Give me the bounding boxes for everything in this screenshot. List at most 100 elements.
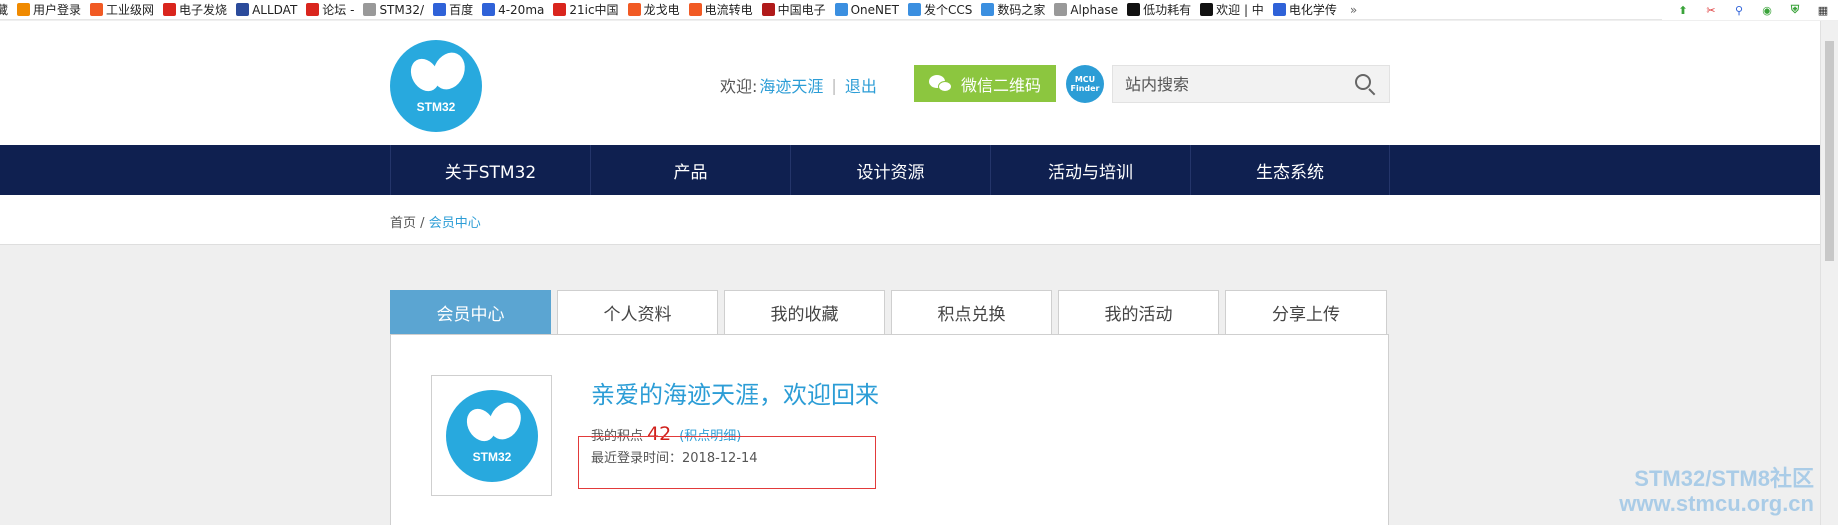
tab-item[interactable]: 我的收藏 [724, 290, 885, 334]
bookmark-label: 藏 [0, 1, 8, 18]
bookmark-item[interactable]: STM32/ [363, 0, 424, 19]
bookmark-item[interactable]: 百度 [433, 0, 473, 19]
baidu-icon [433, 3, 447, 16]
game-icon[interactable]: ◉ [1760, 3, 1774, 17]
site-icon [163, 3, 177, 16]
bookmark-label: 工业级网 [106, 3, 155, 17]
site-header: STM32 欢迎: 海迹天涯 | 退出 微信二维码 MCU Finder [0, 21, 1820, 145]
breadcrumb-home[interactable]: 首页 [390, 216, 416, 231]
bookmark-item[interactable]: OneNET [834, 0, 899, 19]
watermark-title: STM32/STM8社区 [1634, 466, 1814, 491]
bookmark-label: 欢迎 | 中 [1216, 3, 1264, 17]
scroll-thumb[interactable] [1825, 41, 1834, 261]
bookmark-label: 中国电子 [777, 3, 826, 17]
datasheet-icon [236, 3, 250, 16]
logout-link[interactable]: 退出 [845, 73, 877, 97]
watermark-url: www.stmcu.org.cn [1619, 491, 1814, 516]
bookmark-label: 电流转电 [704, 3, 753, 17]
page-icon [1054, 3, 1068, 16]
bookmark-item[interactable]: 用户登录 [17, 0, 82, 19]
breadcrumb-bar: 首页 / 会员中心 [0, 195, 1820, 245]
breadcrumb: 首页 / 会员中心 [390, 212, 481, 231]
nav-item[interactable]: 关于STM32 [390, 145, 590, 195]
home-icon [907, 3, 921, 16]
bookmark-item[interactable]: 工业级网 [90, 0, 155, 19]
avatar[interactable]: STM32 [431, 375, 552, 496]
logo-text: STM32 [416, 100, 456, 114]
nav-item[interactable]: 产品 [590, 145, 790, 195]
bookmark-label: 低功耗有 [1143, 3, 1192, 17]
shield-icon[interactable]: ⛨ [1788, 3, 1802, 17]
breadcrumb-current[interactable]: 会员中心 [429, 216, 481, 231]
bookmarks-more-button[interactable]: » [1350, 3, 1357, 17]
mcu-finder-icon[interactable]: MCU Finder [1066, 65, 1104, 103]
nav-items: 关于STM32 产品 设计资源 活动与培训 生态系统 [390, 145, 1390, 195]
tab-item[interactable]: 会员中心 [390, 290, 551, 334]
bookmark-item[interactable]: 电子发烧 [163, 0, 227, 19]
bookmark-label: ALLDAT [252, 2, 298, 17]
bookmark-item[interactable]: 中国电子 [761, 0, 826, 19]
page-icon [363, 3, 377, 16]
bookmark-item[interactable]: 藏 [0, 0, 8, 19]
taobao-icon [90, 3, 104, 16]
scissors-icon[interactable]: ✂ [1704, 3, 1718, 17]
bookmark-item[interactable]: 数码之家 [981, 0, 1046, 19]
baidu-icon [482, 3, 496, 16]
bookmark-item[interactable]: 电化学传 [1272, 0, 1337, 19]
tab-item[interactable]: 我的活动 [1058, 290, 1219, 334]
bookmark-item[interactable]: 龙戈电 [627, 0, 680, 19]
bookmark-label: 数码之家 [997, 3, 1046, 17]
bookmark-label: 4-20ma [498, 2, 545, 17]
grid-icon[interactable]: ▦ [1816, 3, 1830, 17]
bookmark-label: 用户登录 [33, 3, 82, 17]
bookmark-label: Alphase [1070, 2, 1119, 17]
welcome-greeting: 亲爱的海迹天涯，欢迎回来 [591, 381, 879, 409]
site-icon [761, 3, 775, 16]
username-link[interactable]: 海迹天涯 [759, 73, 823, 97]
nav-item[interactable]: 设计资源 [790, 145, 990, 195]
wechat-button-label: 微信二维码 [960, 75, 1041, 95]
welcome-label: 欢迎: [720, 77, 758, 96]
avatar-text: STM32 [472, 450, 512, 464]
forum-icon [306, 3, 320, 16]
bookmark-label: 论坛 - [322, 3, 355, 17]
bookmark-label: 21ic中国 [569, 3, 619, 17]
member-panel: STM32 亲爱的海迹天涯，欢迎回来 我的积点 42 (积点明细) 最近登录时间… [390, 334, 1389, 525]
bookmark-item[interactable]: ALLDAT [236, 0, 298, 19]
nav-item[interactable]: 生态系统 [1190, 145, 1390, 195]
page-scrollbar[interactable] [1820, 21, 1838, 525]
play-icon [1127, 3, 1141, 16]
taobao-icon [688, 3, 702, 16]
search-input[interactable] [1113, 66, 1343, 102]
bookmark-item[interactable]: Alphase [1054, 0, 1119, 19]
site-icon [553, 3, 567, 16]
search-icon[interactable]: ⚲ [1732, 3, 1746, 17]
wechat-qr-button[interactable]: 微信二维码 [914, 65, 1056, 102]
stm32-avatar-icon: STM32 [446, 390, 538, 482]
bookmark-item[interactable]: 论坛 - [306, 0, 355, 19]
bookmark-label: 电化学传 [1288, 3, 1337, 17]
bookmark-icon [17, 3, 31, 16]
bookmark-item[interactable]: 21ic中国 [553, 0, 619, 19]
bookmark-label: OneNET [850, 2, 899, 17]
tab-item[interactable]: 个人资料 [557, 290, 718, 334]
stm32-logo[interactable]: STM32 [390, 40, 482, 132]
bookmark-item[interactable]: 电流转电 [688, 0, 753, 19]
bookmark-item[interactable]: 欢迎 | 中 [1200, 0, 1264, 19]
search-icon[interactable] [1355, 74, 1376, 96]
member-tabs: 会员中心 个人资料 我的收藏 积点兑换 我的活动 分享上传 [390, 290, 1387, 334]
site-search [1112, 65, 1390, 103]
bookmark-item[interactable]: 低功耗有 [1127, 0, 1192, 19]
tab-item[interactable]: 分享上传 [1225, 290, 1387, 334]
welcome-separator: | [831, 75, 837, 95]
nav-item[interactable]: 活动与培训 [990, 145, 1190, 195]
bookmark-item[interactable]: 4-20ma [482, 0, 545, 19]
tab-item[interactable]: 积点兑换 [891, 290, 1052, 334]
bookmark-item[interactable]: 发个CCS [907, 0, 972, 19]
play-icon [1200, 3, 1214, 16]
main-nav: 关于STM32 产品 设计资源 活动与培训 生态系统 [0, 145, 1820, 195]
wechat-icon [928, 74, 953, 93]
extension-icon[interactable]: ⬆ [1676, 3, 1690, 17]
baidu-icon [1272, 3, 1286, 16]
bookmarks-bar: 藏 用户登录 工业级网 电子发烧 ALLDAT 论坛 - STM32/百度 4-20ma 21i… [0, 0, 1838, 20]
